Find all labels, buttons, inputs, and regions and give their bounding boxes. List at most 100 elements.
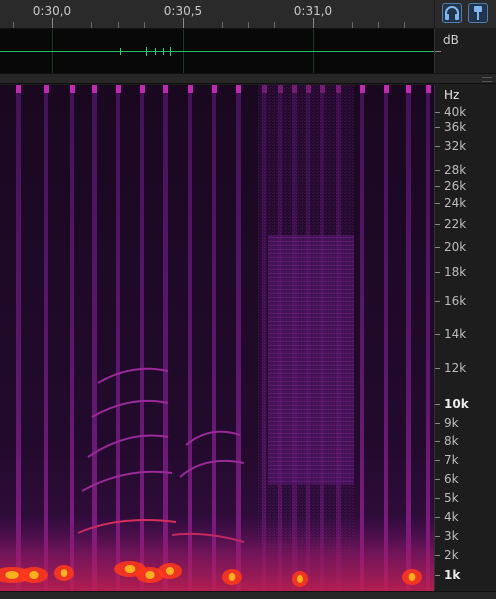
transient-cap — [360, 85, 365, 93]
energy-core — [5, 571, 19, 579]
panel-divider[interactable] — [0, 73, 496, 84]
freq-tick — [435, 203, 440, 204]
time-ruler[interactable]: 0:30,0 0:30,5 0:31,0 — [0, 0, 434, 29]
resize-grip-icon[interactable] — [482, 77, 492, 82]
freq-tick — [435, 334, 440, 335]
spectrogram-canvas — [0, 85, 434, 591]
energy-core — [124, 565, 136, 573]
freq-label-2k: 2k — [444, 548, 459, 562]
freq-label-20k: 20k — [444, 240, 467, 254]
ruler-tick — [352, 22, 353, 28]
freq-label-3k: 3k — [444, 529, 459, 543]
energy-core — [408, 573, 416, 581]
freq-tick — [435, 536, 440, 537]
ruler-tick — [378, 22, 379, 28]
view-toolbar — [435, 0, 496, 28]
freq-label-6k: 6k — [444, 472, 459, 486]
db-unit-label: dB — [443, 33, 459, 47]
ruler-tick — [222, 22, 223, 28]
freq-label-32k: 32k — [444, 139, 467, 153]
freq-label-12k: 12k — [444, 361, 467, 375]
freq-tick — [435, 460, 440, 461]
ruler-tick — [13, 22, 14, 28]
freq-label-1k: 1k — [444, 568, 461, 582]
freq-tick — [435, 575, 440, 576]
freq-tick — [435, 404, 440, 405]
freq-label-5k: 5k — [444, 491, 459, 505]
transient-cap — [70, 85, 75, 93]
waveform-peak — [155, 48, 156, 55]
freq-tick — [435, 112, 440, 113]
freq-tick — [435, 423, 440, 424]
freq-tick — [435, 479, 440, 480]
ruler-tick — [52, 18, 53, 28]
freq-label-22k: 22k — [444, 217, 467, 231]
freq-tick — [435, 555, 440, 556]
headphones-icon — [445, 6, 459, 20]
freq-label-36k: 36k — [444, 120, 467, 134]
freq-tick — [435, 368, 440, 369]
freq-label-26k: 26k — [444, 179, 467, 193]
transient-cap — [16, 85, 21, 93]
waveform-overview[interactable] — [0, 29, 434, 73]
time-label-0-31-0: 0:31,0 — [293, 4, 333, 18]
time-label-0-30-5: 0:30,5 — [163, 4, 203, 18]
waveform-peak — [146, 47, 147, 56]
freq-tick — [435, 224, 440, 225]
energy-core — [60, 569, 68, 577]
freq-label-14k: 14k — [444, 327, 467, 341]
spectrogram-view[interactable] — [0, 85, 434, 591]
energy-core — [166, 567, 174, 575]
db-scale: dB — [434, 29, 496, 73]
db-tick — [435, 51, 441, 52]
ruler-tick — [118, 22, 119, 28]
ruler-tick — [274, 22, 275, 28]
waveform-peak — [163, 48, 164, 55]
energy-core — [29, 571, 39, 579]
transient-cap — [212, 85, 217, 93]
pin-icon — [474, 6, 482, 20]
transient-cap — [44, 85, 49, 93]
transient-cap — [426, 85, 431, 93]
freq-label-8k: 8k — [444, 434, 459, 448]
frequency-scale: Hz 40k 36k 32k 28k 26k 24k 22k 20k 18k 1… — [434, 85, 496, 591]
freq-tick — [435, 186, 440, 187]
ruler-tick — [91, 22, 92, 28]
waveform-line — [0, 51, 434, 52]
transient-cap — [116, 85, 121, 93]
freq-unit-label: Hz — [444, 88, 460, 102]
freq-tick — [435, 301, 440, 302]
energy-core — [228, 573, 236, 581]
freq-label-4k: 4k — [444, 510, 459, 524]
freq-label-7k: 7k — [444, 453, 459, 467]
freq-label-40k: 40k — [444, 105, 467, 119]
energy-core — [297, 575, 303, 583]
headphones-button[interactable] — [442, 3, 462, 23]
ruler-tick — [248, 22, 249, 28]
transient-cap — [384, 85, 389, 93]
freq-tick — [435, 127, 440, 128]
transient-cap — [406, 85, 411, 93]
ruler-tick — [404, 22, 405, 28]
transient-cap — [163, 85, 168, 93]
transient-cap — [92, 85, 97, 93]
freq-label-10k: 10k — [444, 397, 469, 411]
ruler-tick — [183, 18, 184, 28]
waveform-peak — [170, 47, 171, 56]
freq-label-16k: 16k — [444, 294, 467, 308]
freq-tick — [435, 170, 440, 171]
waveform-peak — [120, 48, 121, 55]
freq-label-9k: 9k — [444, 416, 459, 430]
ruler-tick — [313, 18, 314, 28]
transient-cap — [236, 85, 241, 93]
freq-tick — [435, 498, 440, 499]
freq-label-28k: 28k — [444, 163, 467, 177]
freq-tick — [435, 441, 440, 442]
energy-core — [145, 571, 155, 579]
freq-tick — [435, 247, 440, 248]
pin-button[interactable] — [468, 3, 488, 23]
time-label-0-30-0: 0:30,0 — [32, 4, 72, 18]
bottom-scrollbar[interactable] — [0, 591, 496, 599]
freq-tick — [435, 517, 440, 518]
ruler-tick — [144, 22, 145, 28]
